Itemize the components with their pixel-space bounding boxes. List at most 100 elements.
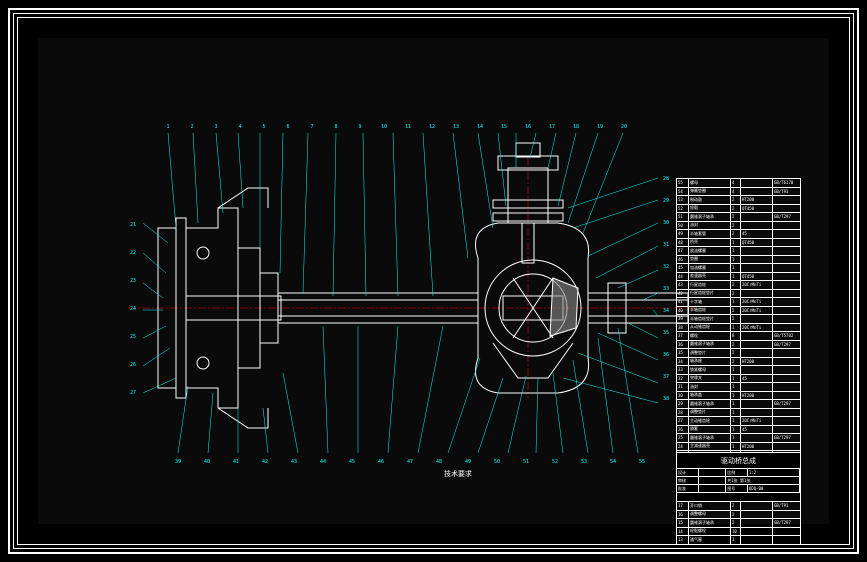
- svg-text:11: 11: [405, 124, 411, 130]
- bom-row: 50油封2: [676, 221, 801, 230]
- bom-row: 35调整垫片2: [676, 348, 801, 357]
- svg-text:38: 38: [663, 396, 669, 402]
- svg-text:29: 29: [663, 198, 669, 204]
- svg-text:27: 27: [130, 390, 136, 396]
- svg-text:26: 26: [130, 362, 136, 368]
- svg-text:41: 41: [233, 459, 239, 465]
- svg-text:9: 9: [358, 124, 361, 130]
- bom-row: 40半轴齿轮220CrMnTi: [676, 306, 801, 315]
- svg-text:13: 13: [453, 124, 459, 130]
- bom-row: 42行星齿轮垫片2: [676, 289, 801, 298]
- svg-text:10: 10: [381, 124, 387, 130]
- svg-text:15: 15: [501, 124, 507, 130]
- svg-text:17: 17: [549, 124, 555, 130]
- svg-text:46: 46: [378, 459, 384, 465]
- bom-row: 31油封1: [676, 382, 801, 391]
- svg-text:55: 55: [639, 459, 645, 465]
- drawing-name: 驱动桥总成: [677, 453, 800, 469]
- svg-text:53: 53: [581, 459, 587, 465]
- refs-top: 1234567891011121314151617181920: [166, 124, 627, 130]
- svg-text:30: 30: [663, 220, 669, 226]
- bom-row: 29圆锥滚子轴承1GB/T297: [676, 399, 801, 408]
- svg-text:34: 34: [663, 308, 669, 314]
- svg-text:1: 1: [166, 124, 169, 130]
- bom-row: 46垫圈1: [676, 255, 801, 264]
- outer-frame: 1234567891011121314151617181920 21222324…: [8, 8, 859, 554]
- bom-row: 45加油螺塞1: [676, 263, 801, 272]
- svg-text:33: 33: [663, 286, 669, 292]
- bom-row: 55螺母4GB/T6170: [676, 178, 801, 187]
- bom-row: 51圆锥滚子轴承2GB/T297: [676, 212, 801, 221]
- svg-text:25: 25: [130, 334, 136, 340]
- bom-row: 49半轴套管245: [676, 229, 801, 238]
- svg-text:20: 20: [621, 124, 627, 130]
- svg-text:21: 21: [130, 222, 136, 228]
- bom-row: 52轮毂2QT450: [676, 204, 801, 213]
- bom-row: 43行星齿轮220CrMnTi: [676, 280, 801, 289]
- bom-row: 54弹簧垫圈4GB/T93: [676, 187, 801, 196]
- svg-text:12: 12: [429, 124, 435, 130]
- mid-frame: 1234567891011121314151617181920 21222324…: [13, 13, 854, 549]
- svg-text:16: 16: [525, 124, 531, 130]
- svg-text:36: 36: [663, 352, 669, 358]
- bom-row: 37螺栓8GB/T5782: [676, 331, 801, 340]
- svg-text:44: 44: [320, 459, 326, 465]
- notes-title: 技术要求: [444, 469, 472, 478]
- bom-row: 36圆锥滚子轴承2GB/T297: [676, 340, 801, 349]
- bom-row: 15圆锥滚子轴承2GB/T297: [676, 518, 801, 527]
- bom-row: 28调整垫片1: [676, 408, 801, 417]
- svg-text:31: 31: [663, 242, 669, 248]
- bom-row: 44差速器壳1QT450: [676, 272, 801, 281]
- bom-row: 39半轴齿轮垫片2: [676, 314, 801, 323]
- bom-row: 34轴承座2HT200: [676, 357, 801, 366]
- svg-text:52: 52: [552, 459, 558, 465]
- svg-text:28: 28: [663, 176, 669, 182]
- svg-text:49: 49: [465, 459, 471, 465]
- svg-text:3: 3: [214, 124, 217, 130]
- svg-text:48: 48: [436, 459, 442, 465]
- bom-row: 53制动鼓2HT200: [676, 195, 801, 204]
- svg-text:40: 40: [204, 459, 210, 465]
- bom-row: 13通气塞1: [676, 535, 801, 544]
- svg-text:7: 7: [310, 124, 313, 130]
- bom-row: 24主减速器壳1HT200: [676, 442, 801, 451]
- svg-text:37: 37: [663, 374, 669, 380]
- svg-text:6: 6: [286, 124, 289, 130]
- svg-text:5: 5: [262, 124, 265, 130]
- leaders-top: [168, 133, 623, 296]
- svg-text:18: 18: [573, 124, 579, 130]
- svg-text:19: 19: [597, 124, 603, 130]
- bom-row: 14轮毂螺栓10: [676, 527, 801, 536]
- svg-text:24: 24: [130, 306, 136, 312]
- assembly-drawing: 1234567891011121314151617181920 21222324…: [98, 78, 718, 478]
- svg-text:47: 47: [407, 459, 413, 465]
- refs-right: 2829303132333435363738: [663, 176, 669, 402]
- bom-row: 16调整螺母2: [676, 510, 801, 519]
- bom-row: 47放油螺塞1: [676, 246, 801, 255]
- bom-row: 32突缘叉145: [676, 374, 801, 383]
- svg-text:23: 23: [130, 278, 136, 284]
- svg-text:14: 14: [477, 124, 483, 130]
- bom-row: 33锁紧螺母1: [676, 365, 801, 374]
- drawing-canvas: 1234567891011121314151617181920 21222324…: [38, 38, 829, 524]
- svg-text:45: 45: [349, 459, 355, 465]
- svg-text:22: 22: [130, 250, 136, 256]
- title-block: 驱动桥总成 设计 比例1:2 审核 共1张 第1张 批准 图号QDQ-00: [676, 452, 801, 502]
- refs-bottom: 3940414243444546474849505152535455: [175, 459, 645, 465]
- bom-row: 38从动锥齿轮120CrMnTi: [676, 323, 801, 332]
- svg-text:51: 51: [523, 459, 529, 465]
- svg-text:50: 50: [494, 459, 500, 465]
- svg-text:43: 43: [291, 459, 297, 465]
- bom-row: 27主动锥齿轮120CrMnTi: [676, 416, 801, 425]
- svg-text:54: 54: [610, 459, 616, 465]
- svg-text:2: 2: [190, 124, 193, 130]
- bom-row: 17开口销2GB/T91: [676, 501, 801, 510]
- bom-row: 25圆锥滚子轴承1GB/T297: [676, 433, 801, 442]
- bom-row: 41十字轴120CrMnTi: [676, 297, 801, 306]
- svg-text:32: 32: [663, 264, 669, 270]
- svg-text:4: 4: [238, 124, 241, 130]
- inner-frame: 1234567891011121314151617181920 21222324…: [17, 17, 850, 545]
- bom-row: 26隔套145: [676, 425, 801, 434]
- refs-left: 21 22 23 24 25 26 27: [130, 222, 136, 396]
- svg-text:42: 42: [262, 459, 268, 465]
